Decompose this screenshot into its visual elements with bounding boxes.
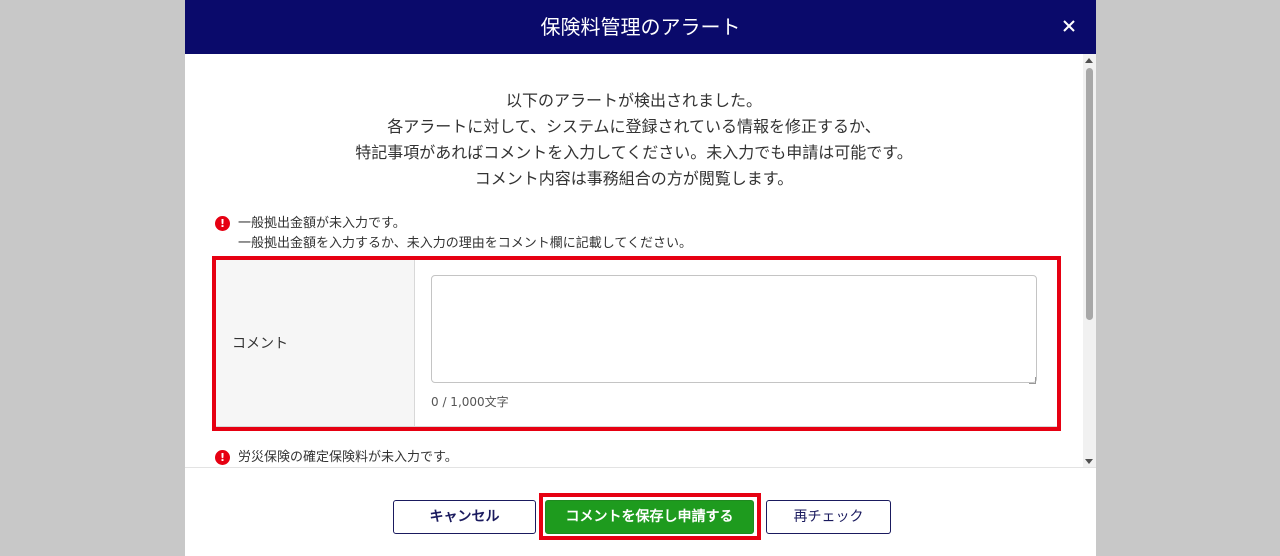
- comment-textarea[interactable]: [431, 275, 1037, 383]
- cancel-button[interactable]: キャンセル: [393, 500, 536, 534]
- alert-detail: 一般拠出金額を入力するか、未入力の理由をコメント欄に記載してください。: [238, 236, 692, 251]
- char-count: 0 / 1,000文字: [431, 395, 509, 409]
- scroll-up-icon[interactable]: [1085, 58, 1093, 63]
- intro-line: 特記事項があればコメントを入力してください。未入力でも申請は可能です。: [355, 143, 913, 162]
- recheck-button[interactable]: 再チェック: [766, 500, 891, 534]
- intro-line: 各アラートに対して、システムに登録されている情報を修正するか、: [387, 117, 881, 136]
- save-comment-and-submit-button[interactable]: コメントを保存し申請する: [545, 500, 754, 534]
- modal-title: 保険料管理のアラート: [540, 15, 741, 39]
- alert-message: 労災保険の確定保険料が未入力です。: [238, 450, 458, 465]
- comment-row: コメント 0 / 1,000文字: [214, 258, 1059, 427]
- alert-icon: !: [215, 216, 230, 231]
- scroll-down-icon[interactable]: [1085, 459, 1093, 464]
- intro-line: コメント内容は事務組合の方が閲覧します。: [474, 169, 794, 188]
- alert-icon: !: [215, 450, 230, 465]
- modal-body[interactable]: 以下のアラートが検出されました。 各アラートに対して、システムに登録されている情…: [185, 54, 1083, 467]
- modal-header: 保険料管理のアラート: [185, 0, 1096, 54]
- alert-modal: 保険料管理のアラート 以下のアラートが検出されました。 各アラートに対して、シス…: [185, 0, 1096, 556]
- comment-label: コメント: [232, 336, 288, 352]
- intro-message: 以下のアラートが検出されました。 各アラートに対して、システムに登録されている情…: [185, 88, 1083, 192]
- scroll-thumb[interactable]: [1086, 68, 1093, 320]
- comment-label-cell: コメント: [215, 259, 415, 426]
- alert-message: 一般拠出金額が未入力です。: [238, 216, 406, 231]
- modal-footer: キャンセル コメントを保存し申請する 再チェック: [185, 467, 1096, 556]
- intro-line: 以下のアラートが検出されました。: [505, 91, 762, 110]
- close-icon[interactable]: [1056, 13, 1082, 39]
- resize-handle-icon[interactable]: [1029, 377, 1036, 384]
- scrollbar[interactable]: [1083, 54, 1096, 467]
